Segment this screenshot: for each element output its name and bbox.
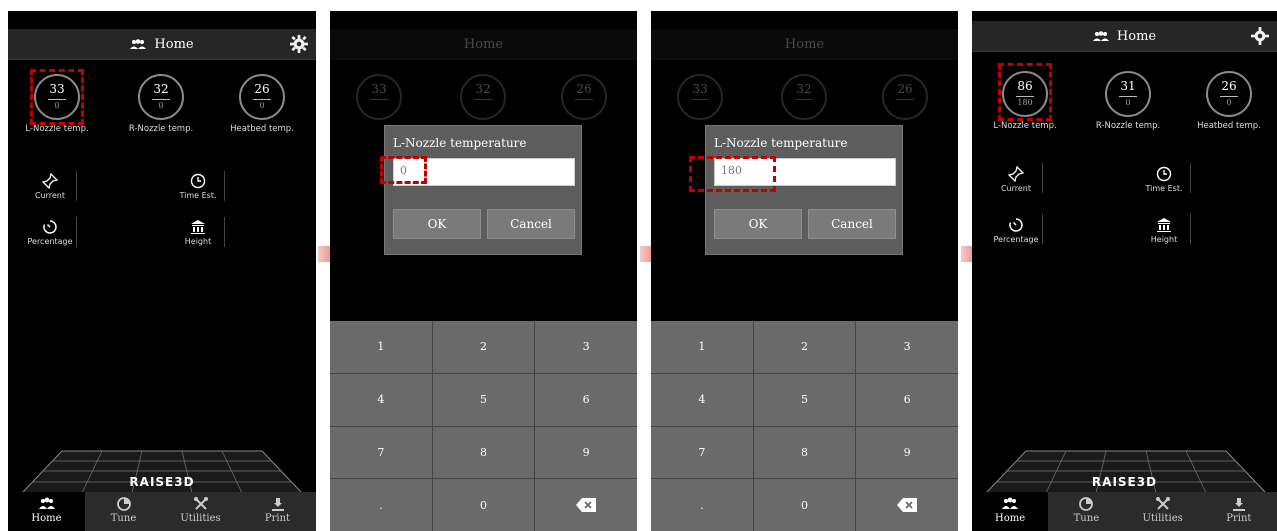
bottom-nav: Home Tune Utilities Print (8, 492, 316, 531)
numeric-keypad: 1 2 3 4 5 6 7 8 9 . 0 (330, 321, 637, 531)
gear-icon[interactable] (290, 35, 308, 53)
key-8[interactable]: 8 (432, 426, 535, 479)
highlight-input (689, 156, 776, 192)
home-icon (1002, 497, 1019, 509)
stat-time-est: Time Est. (1134, 166, 1194, 193)
stat-current: Current (986, 166, 1046, 193)
highlight-l-nozzle (30, 69, 84, 125)
title-bar: Home (8, 29, 316, 60)
nav-tune[interactable]: Tune (85, 492, 162, 531)
home-icon (1092, 31, 1109, 41)
backspace-icon (576, 498, 597, 513)
l-nozzle-label: L-Nozzle temp. (993, 121, 1057, 131)
title-bar: Home (972, 21, 1277, 52)
dialog-title: L-Nozzle temperature (393, 136, 527, 150)
print-icon (1232, 498, 1245, 511)
r-nozzle-gauge[interactable]: 32 0 (138, 74, 184, 120)
screen-home-final: Home 86 180 L-Nozzle temp. 31 0 R-Nozzle t… (972, 11, 1277, 531)
r-nozzle-label: R-Nozzle temp. (128, 124, 194, 134)
monument-icon (1157, 218, 1171, 232)
temperature-dialog: L-Nozzle temperature 0 OK Cancel (384, 125, 582, 255)
nav-utilities[interactable]: Utilities (162, 492, 239, 531)
nav-home[interactable]: Home (8, 492, 85, 531)
heatbed-label: Heatbed temp. (1197, 121, 1261, 131)
nav-print[interactable]: Print (239, 492, 316, 531)
print-bed-graphic (986, 450, 1266, 494)
key-5[interactable]: 5 (432, 373, 535, 426)
nav-print[interactable]: Print (1201, 492, 1277, 531)
stat-height: Height (1134, 217, 1194, 244)
monument-icon (191, 220, 205, 234)
key-backspace[interactable] (535, 479, 637, 531)
key-backspace[interactable] (856, 479, 958, 531)
key-4[interactable]: 4 (330, 373, 432, 426)
timer-icon (1009, 218, 1023, 232)
key-0[interactable]: 0 (432, 479, 535, 531)
stat-percentage: Percentage (986, 217, 1046, 244)
tune-icon (116, 497, 131, 511)
pin-icon (42, 173, 58, 189)
screen-dialog-entered: Home 33 32 26 L-Nozzle temperature 180 O… (651, 11, 958, 531)
key-3[interactable]: 3 (856, 321, 958, 373)
heatbed-gauge[interactable]: 26 0 (239, 74, 285, 120)
cancel-button[interactable]: Cancel (487, 209, 575, 239)
pin-icon (1008, 166, 1024, 182)
key-6[interactable]: 6 (856, 373, 958, 426)
dialog-title: L-Nozzle temperature (714, 136, 848, 150)
key-7[interactable]: 7 (651, 426, 753, 479)
r-nozzle-label: R-Nozzle temp. (1095, 121, 1161, 131)
gear-icon[interactable] (1251, 27, 1269, 45)
tune-icon (1079, 497, 1094, 511)
key-dot[interactable]: . (330, 479, 432, 531)
key-3[interactable]: 3 (535, 321, 637, 373)
utilities-icon (1155, 497, 1170, 510)
highlight-input (380, 156, 427, 184)
page-title: Home (154, 37, 194, 52)
key-9[interactable]: 9 (535, 426, 637, 479)
stat-time-est: Time Est. (168, 173, 228, 200)
r-nozzle-gauge[interactable]: 31 0 (1105, 71, 1151, 117)
nav-tune[interactable]: Tune (1048, 492, 1124, 531)
utilities-icon (193, 497, 208, 510)
brand-logo: RAISE3D (129, 475, 195, 489)
key-5[interactable]: 5 (753, 373, 856, 426)
brand-logo: RAISE3D (1091, 475, 1158, 489)
page-title: Home (1116, 29, 1157, 44)
key-dot[interactable]: . (651, 479, 753, 531)
heatbed-label: Heatbed temp. (230, 124, 294, 134)
key-1[interactable]: 1 (330, 321, 432, 373)
numeric-keypad: 1 2 3 4 5 6 7 8 9 . 0 (651, 321, 958, 531)
home-icon (38, 497, 55, 509)
nav-home[interactable]: Home (972, 492, 1049, 531)
timer-icon (43, 220, 57, 234)
clock-icon (190, 173, 206, 189)
screen-dialog-empty: Home 33 32 26 L-Nozzle temperature 0 OK … (330, 11, 637, 531)
nav-utilities[interactable]: Utilities (1125, 492, 1201, 531)
stat-height: Height (168, 219, 228, 246)
ok-button[interactable]: OK (714, 209, 802, 239)
highlight-l-nozzle (998, 63, 1052, 121)
home-icon (130, 39, 147, 49)
screen-home-initial: Home 33 0 L-Nozzle temp. 32 0 R-Nozzle tem… (8, 11, 316, 531)
cancel-button[interactable]: Cancel (808, 209, 896, 239)
key-9[interactable]: 9 (856, 426, 958, 479)
key-4[interactable]: 4 (651, 373, 753, 426)
ok-button[interactable]: OK (393, 209, 481, 239)
print-bed-graphic (22, 450, 302, 494)
key-0[interactable]: 0 (753, 479, 856, 531)
heatbed-gauge[interactable]: 26 0 (1206, 71, 1252, 117)
l-nozzle-label: L-Nozzle temp. (25, 124, 89, 134)
backspace-icon (897, 498, 918, 513)
key-1[interactable]: 1 (651, 321, 753, 373)
key-6[interactable]: 6 (535, 373, 637, 426)
key-2[interactable]: 2 (432, 321, 535, 373)
bottom-nav: Home Tune Utilities Print (972, 492, 1277, 531)
stat-percentage: Percentage (20, 219, 80, 246)
print-icon (271, 498, 284, 511)
clock-icon (1156, 166, 1172, 182)
key-2[interactable]: 2 (753, 321, 856, 373)
stat-current: Current (20, 173, 80, 200)
key-7[interactable]: 7 (330, 426, 432, 479)
key-8[interactable]: 8 (753, 426, 856, 479)
